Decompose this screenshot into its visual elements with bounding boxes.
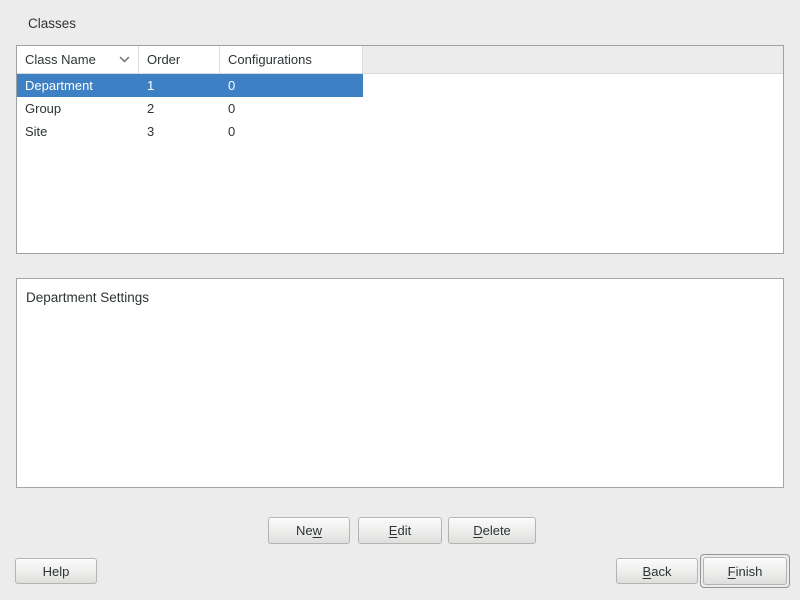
button-mnemonic: B [643,564,652,579]
table-row-site[interactable]: Site 3 0 [17,120,783,143]
cell-configurations: 0 [220,97,363,120]
cell-order: 1 [139,74,220,97]
table-row-department[interactable]: Department 1 0 [17,74,363,97]
button-label-part: ack [651,564,671,579]
new-button[interactable]: New [268,517,350,544]
cell-class-name: Department [17,74,139,97]
classes-table: Class Name Order Configurations Departme… [16,45,784,254]
delete-button[interactable]: Delete [448,517,536,544]
settings-panel-title: Department Settings [26,290,149,305]
default-button-ring: Finish [700,554,790,588]
cell-class-name: Site [17,120,139,143]
table-row-group[interactable]: Group 2 0 [17,97,783,120]
cell-order: 2 [139,97,220,120]
page-title: Classes [28,16,76,31]
button-label-part: elete [483,523,511,538]
department-settings-panel: Department Settings [16,278,784,488]
column-header-filler [363,46,783,73]
finish-button[interactable]: Finish [703,557,787,585]
button-label-part: Help [43,564,70,579]
cell-order: 3 [139,120,220,143]
button-mnemonic: F [728,564,736,579]
help-button[interactable]: Help [15,558,97,584]
table-header-row: Class Name Order Configurations [17,46,783,74]
column-header-order[interactable]: Order [139,46,220,73]
button-label-part: Ne [296,523,313,538]
button-label-part: inish [736,564,763,579]
button-label-part: dit [397,523,411,538]
button-mnemonic: w [313,523,322,538]
cell-configurations: 0 [220,74,363,97]
column-header-label: Class Name [25,52,96,67]
cell-configurations: 0 [220,120,363,143]
button-mnemonic: D [473,523,482,538]
column-header-configurations[interactable]: Configurations [220,46,363,73]
edit-button[interactable]: Edit [358,517,442,544]
chevron-down-icon [119,56,130,64]
column-header-class-name[interactable]: Class Name [17,46,139,73]
cell-class-name: Group [17,97,139,120]
column-header-label: Order [147,52,180,67]
column-header-label: Configurations [228,52,312,67]
back-button[interactable]: Back [616,558,698,584]
